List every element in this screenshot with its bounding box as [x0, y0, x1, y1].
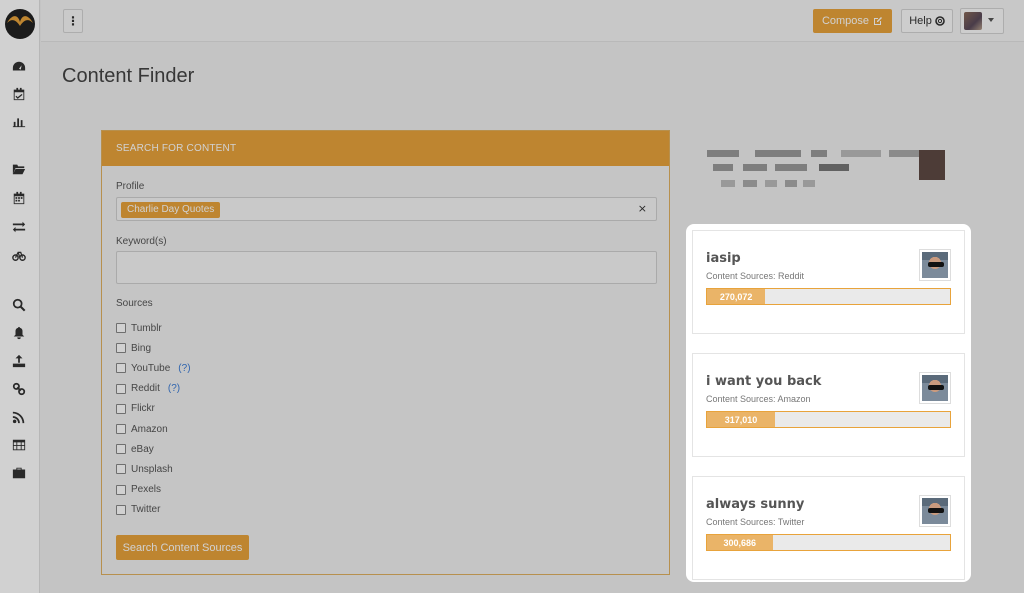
source-label: eBay	[131, 443, 154, 455]
sunglasses-icon	[928, 385, 944, 390]
upload-icon[interactable]	[10, 352, 28, 370]
help-label: Help	[909, 15, 932, 27]
search-panel: SEARCH FOR CONTENT Profile Charlie Day Q…	[101, 130, 670, 575]
result-sources: Content Sources: Twitter	[706, 517, 805, 527]
edit-icon	[874, 17, 883, 25]
exchange-icon[interactable]	[10, 218, 28, 236]
avatar	[919, 372, 951, 404]
sunglasses-icon	[928, 262, 944, 267]
profile-tag[interactable]: Charlie Day Quotes	[121, 202, 221, 218]
bar-chart-icon[interactable]	[10, 112, 28, 130]
search-content-sources-button[interactable]: Search Content Sources	[116, 535, 249, 560]
result-count: 317,010	[707, 412, 776, 427]
source-checkbox[interactable]	[116, 363, 126, 374]
result-sources: Content Sources: Amazon	[706, 394, 811, 404]
source-checkbox[interactable]	[116, 444, 126, 455]
source-option[interactable]: Reddit (?)	[116, 382, 180, 396]
search-icon[interactable]	[10, 296, 28, 314]
kebab-icon: ⋮	[67, 14, 79, 28]
result-card[interactable]: i want you back Content Sources: Amazon 31…	[692, 353, 965, 457]
source-checkbox[interactable]	[116, 504, 126, 515]
source-checkbox[interactable]	[116, 403, 126, 414]
avatar-image	[922, 498, 948, 524]
source-option[interactable]: Flickr	[116, 402, 155, 416]
menu-button[interactable]: ⋮	[63, 9, 83, 33]
bell-icon[interactable]	[10, 324, 28, 342]
help-button[interactable]: Help	[901, 9, 953, 33]
avatar	[919, 249, 951, 281]
page-header: Content Finder	[41, 43, 1024, 109]
source-option[interactable]: YouTube (?)	[116, 361, 191, 375]
rss-icon[interactable]	[10, 408, 28, 426]
source-label: Unsplash	[131, 463, 173, 475]
result-card[interactable]: iasip Content Sources: Reddit 270,072	[692, 230, 965, 334]
result-title[interactable]: iasip	[706, 251, 741, 266]
bicycle-icon[interactable]	[10, 246, 28, 264]
sunglasses-icon	[928, 508, 944, 513]
source-checkbox[interactable]	[116, 424, 126, 434]
keyword-label: Keyword(s)	[116, 236, 167, 247]
link-icon[interactable]	[10, 380, 28, 398]
results-highlight: iasip Content Sources: Reddit 270,072 i wan…	[686, 224, 971, 582]
result-progress-bar: 300,686	[706, 534, 951, 551]
profile-label: Profile	[116, 181, 145, 192]
source-checkbox[interactable]	[116, 343, 126, 354]
source-option[interactable]: Pexels	[116, 483, 161, 497]
table-icon[interactable]	[10, 436, 28, 454]
profile-select[interactable]: Charlie Day Quotes ×	[116, 197, 657, 221]
source-option[interactable]: eBay	[116, 442, 154, 456]
clear-icon[interactable]: ×	[638, 202, 647, 215]
source-label: Flickr	[131, 403, 155, 415]
avatar	[919, 495, 951, 527]
brand-logo-icon[interactable]	[4, 8, 36, 40]
source-label: Pexels	[131, 484, 162, 496]
source-label: Bing	[131, 342, 152, 354]
source-checkbox[interactable]	[116, 464, 126, 475]
avatar-image	[922, 375, 948, 401]
calendar-icon[interactable]	[10, 189, 28, 207]
pixelated-content	[693, 126, 963, 208]
briefcase-icon[interactable]	[10, 464, 28, 482]
calendar-check-icon[interactable]	[10, 85, 28, 103]
folder-open-icon[interactable]	[10, 160, 28, 178]
result-progress-bar: 317,010	[706, 411, 951, 428]
source-checkbox[interactable]	[116, 484, 126, 495]
caret-down-icon	[988, 18, 994, 22]
compose-button[interactable]: Compose	[813, 9, 892, 33]
sidebar	[0, 0, 40, 593]
page-title: Content Finder	[62, 65, 195, 87]
avatar	[964, 12, 982, 30]
dashboard-icon[interactable]	[10, 58, 28, 76]
compose-label: Compose	[821, 15, 870, 27]
source-option[interactable]: Bing	[116, 341, 151, 355]
source-help-link[interactable]: (?)	[178, 363, 190, 374]
source-label: Tumblr	[131, 322, 162, 334]
result-title[interactable]: always sunny	[706, 497, 804, 512]
result-card[interactable]: always sunny Content Sources: Twitter 300,…	[692, 476, 965, 580]
source-checkbox[interactable]	[116, 383, 126, 394]
result-sources: Content Sources: Reddit	[706, 271, 805, 281]
source-label: YouTube	[131, 362, 171, 374]
source-option[interactable]: Twitter	[116, 503, 160, 517]
source-label: Twitter	[131, 504, 161, 516]
source-option[interactable]: Tumblr	[116, 321, 162, 335]
source-label: Amazon	[131, 423, 168, 435]
source-option[interactable]: Amazon	[116, 422, 168, 436]
result-progress-bar: 270,072	[706, 288, 951, 305]
sources-label: Sources	[116, 298, 153, 309]
search-panel-header: SEARCH FOR CONTENT	[102, 131, 669, 166]
source-help-link[interactable]: (?)	[168, 383, 180, 394]
source-option[interactable]: Unsplash	[116, 462, 173, 476]
keyword-input[interactable]	[116, 251, 657, 284]
life-ring-icon	[935, 16, 945, 26]
top-bar: ⋮ Compose Help	[41, 0, 1024, 42]
source-checkbox[interactable]	[116, 323, 126, 333]
result-count: 270,072	[707, 289, 766, 304]
result-count: 300,686	[707, 535, 773, 550]
source-label: Reddit	[131, 383, 160, 395]
result-title[interactable]: i want you back	[706, 374, 821, 389]
avatar-image	[922, 252, 948, 278]
user-menu-button[interactable]	[960, 8, 1004, 34]
